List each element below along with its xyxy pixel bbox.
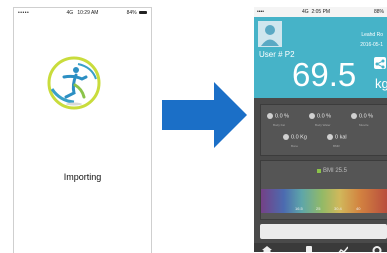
status-time: 2:05 PM xyxy=(311,9,331,15)
app-logo-icon xyxy=(47,56,101,110)
bottom-panel[interactable] xyxy=(260,224,387,239)
body-fat-metric: 0.0 % xyxy=(267,113,289,119)
weight-unit: kg xyxy=(375,76,387,91)
bone-metric: 0.0 Kg xyxy=(283,134,307,140)
bmi-scale-tick: 40 xyxy=(356,206,361,211)
home-icon[interactable] xyxy=(262,246,272,252)
importing-phone-screen: ••••• 4G 10:29 AM 84% Importing xyxy=(13,7,152,253)
avatar[interactable] xyxy=(258,21,282,47)
share-icon xyxy=(375,59,385,69)
bmi-card: BMI 25.5 16.5 25 30.4 40 xyxy=(260,160,387,220)
battery-percent: 88% xyxy=(373,9,384,15)
bmi-scale-bar xyxy=(261,189,387,213)
bmr-metric: 0 kal xyxy=(327,134,347,140)
bmi-scale-tick: 16.5 xyxy=(295,206,303,211)
muscle-icon xyxy=(351,113,357,119)
bone-icon xyxy=(283,134,289,140)
user-icon xyxy=(261,25,279,46)
bmi-label: BMI 25.5 xyxy=(323,168,348,174)
battery-percent: 84% xyxy=(126,10,137,16)
status-bar: •••• 4G 2:05 PM 88% xyxy=(254,7,387,17)
status-time: 10:29 AM xyxy=(77,10,99,16)
user-number: User # P2 xyxy=(259,50,295,59)
battery-icon xyxy=(139,11,147,15)
bmi-scale-tick: 30.4 xyxy=(334,206,342,211)
chart-icon[interactable] xyxy=(338,246,348,252)
user-name: Leahd Ro xyxy=(361,32,383,38)
body-fat-icon xyxy=(267,113,273,119)
carrier-signal: •••• xyxy=(257,9,265,15)
share-button[interactable] xyxy=(374,57,386,69)
muscle-metric: 0.0 % xyxy=(351,113,373,119)
network-label: 4G xyxy=(66,10,74,16)
arrow-right-icon xyxy=(162,82,247,148)
water-drop-icon xyxy=(309,113,315,119)
bmi-scale-tick: 25 xyxy=(316,206,321,211)
status-bar: ••••• 4G 10:29 AM 84% xyxy=(14,8,151,18)
bmi-indicator-icon xyxy=(317,169,321,173)
gear-icon[interactable] xyxy=(372,246,382,252)
body-composition-card: 0.0 % Body Fat 0.0 % Body Water 0.0 % Mu… xyxy=(260,104,387,156)
bottom-navigation xyxy=(254,243,387,252)
body-water-metric: 0.0 % xyxy=(309,113,331,119)
importing-label: Importing xyxy=(63,172,102,182)
device-icon[interactable] xyxy=(304,246,314,252)
results-phone-screen: •••• 4G 2:05 PM 88% Leahd Ro 2016-05-1 U… xyxy=(254,7,387,252)
network-label: 4G xyxy=(302,9,309,15)
weight-value: 69.5 xyxy=(292,56,357,93)
measurement-header: Leahd Ro 2016-05-1 User # P2 69.5 kg xyxy=(254,17,387,98)
measurement-date: 2016-05-1 xyxy=(360,42,383,48)
flame-icon xyxy=(327,134,333,140)
